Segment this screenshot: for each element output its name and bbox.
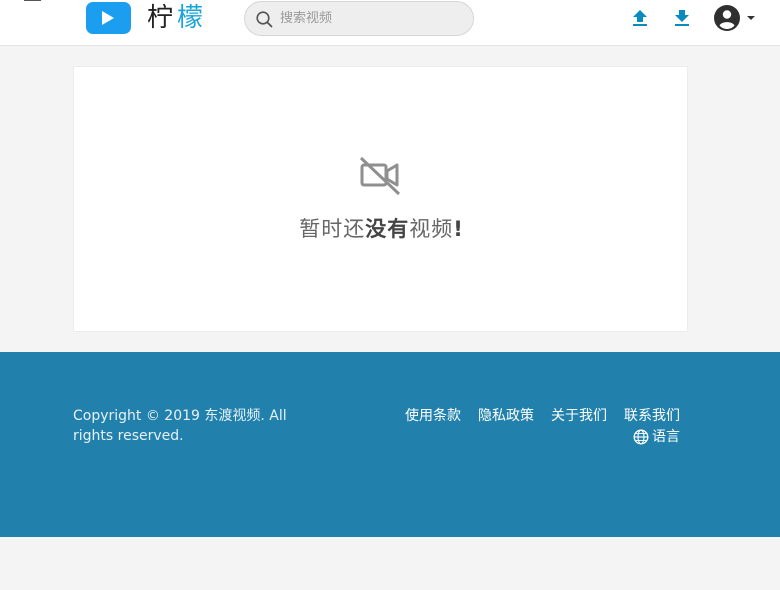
top-header: 柠檬 [0,0,780,46]
language-selector[interactable]: 语言 [633,427,680,447]
footer-links: 使用条款 隐私政策 关于我们 联系我们 [405,406,680,426]
footer-link-contact[interactable]: 联系我们 [624,406,680,426]
empty-bold: 没有 [365,217,410,241]
empty-state-message: 暂时还没有视频! [74,213,689,243]
empty-prefix: 暂时还 [299,217,366,241]
empty-suffix: 视频 [409,217,454,241]
logo-char-1: 柠 [147,3,178,33]
footer: Copyright © 2019 东渡视频. All rights reserv… [0,352,780,537]
content-card: 暂时还没有视频! [73,66,688,332]
empty-mark: ! [453,217,464,241]
upload-icon[interactable] [631,9,649,27]
menu-icon[interactable] [22,0,44,10]
play-icon [102,11,114,25]
footer-link-terms[interactable]: 使用条款 [405,406,461,426]
logo-char-2: 檬 [177,3,208,33]
search-icon [256,11,273,28]
logo-play-tile[interactable] [86,2,131,34]
download-icon[interactable] [673,9,691,27]
language-label: 语言 [652,429,680,445]
search-input[interactable] [280,2,465,35]
globe-icon [633,429,649,445]
footer-link-privacy[interactable]: 隐私政策 [478,406,534,426]
video-off-icon [359,156,401,196]
logo-text[interactable]: 柠檬 [147,1,207,35]
search-box[interactable] [244,1,474,36]
copyright-text: Copyright © 2019 东渡视频. All rights reserv… [73,408,287,444]
account-icon[interactable] [713,4,741,32]
caret-down-icon[interactable] [746,15,756,21]
footer-link-about[interactable]: 关于我们 [551,406,607,426]
